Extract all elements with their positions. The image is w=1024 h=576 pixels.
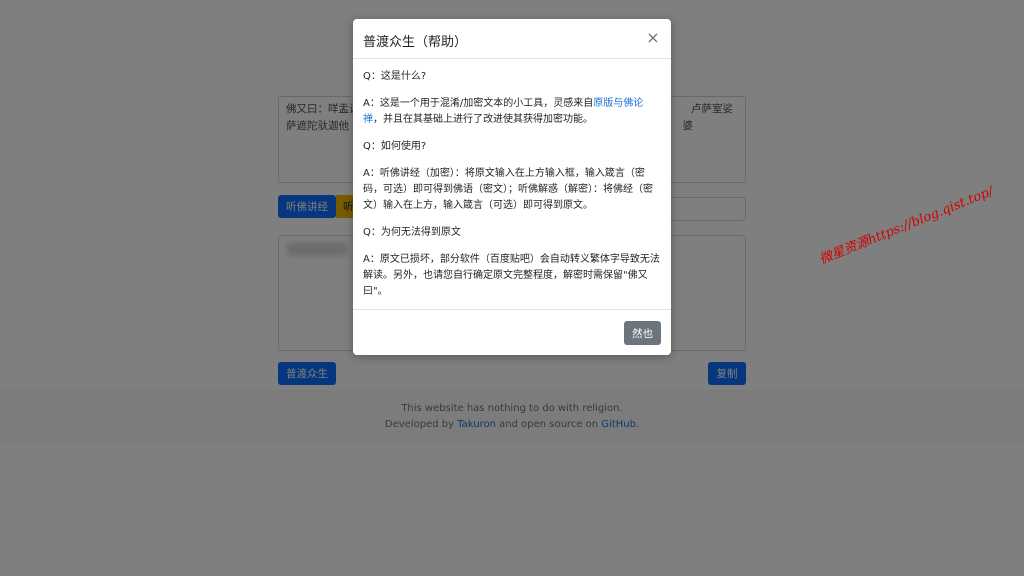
- close-icon[interactable]: ×: [645, 29, 661, 47]
- question-3: Q：为何无法得到原文: [363, 227, 461, 238]
- question-2: Q：如何使用?: [363, 141, 427, 152]
- answer-3: A：原文已损坏，部分软件（百度贴吧）会自动转义繁体字导致无法解读。另外，也请您自…: [363, 254, 660, 297]
- question-1: Q：这是什么?: [363, 71, 427, 82]
- answer-2: A：听佛讲经（加密）：将原文输入在上方输入框，输入箴言（密码，可选）即可得到佛语…: [363, 168, 653, 211]
- answer-1: A：这是一个用于混淆/加密文本的小工具，灵感来自原版与佛论禅，并且在其基础上进行…: [363, 96, 661, 128]
- modal-body: Q：这是什么? A：这是一个用于混淆/加密文本的小工具，灵感来自原版与佛论禅，并…: [363, 69, 661, 311]
- modal-header: 普渡众生（帮助） ×: [353, 19, 671, 59]
- answer-1-suffix: ，并且在其基础上进行了改进使其获得加密功能。: [373, 114, 593, 125]
- ok-button[interactable]: 然也: [624, 321, 661, 345]
- modal-footer: 然也: [353, 309, 671, 355]
- help-modal: 普渡众生（帮助） × Q：这是什么? A：这是一个用于混淆/加密文本的小工具，灵…: [353, 19, 671, 355]
- modal-title: 普渡众生（帮助）: [363, 35, 468, 50]
- answer-1-prefix: A：这是一个用于混淆/加密文本的小工具，灵感来自: [363, 98, 594, 109]
